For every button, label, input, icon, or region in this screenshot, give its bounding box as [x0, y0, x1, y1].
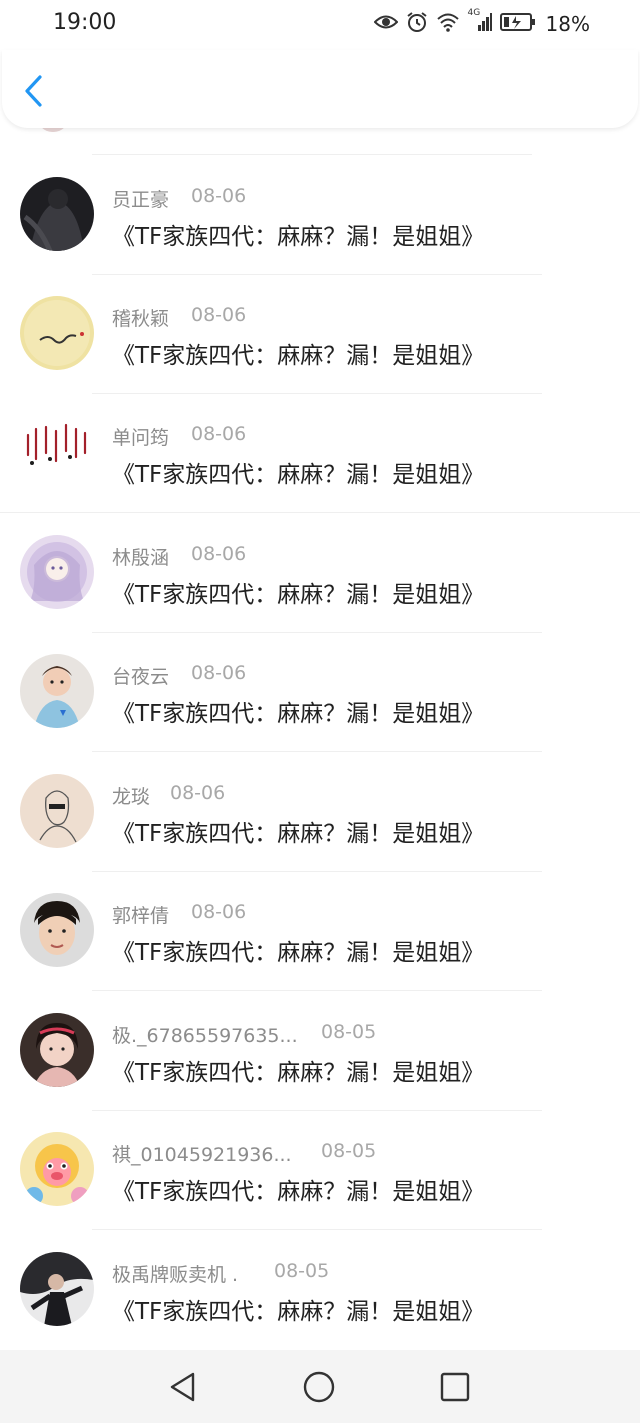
network-type-label: 4G [467, 8, 481, 18]
comment-text: 《TF家族四代：麻麻？漏！是姐姐》 [112, 343, 485, 369]
commenter-name[interactable]: 单问筠 [112, 423, 169, 450]
comment-row[interactable]: 林殷涵 08-06 《TF家族四代：麻麻？漏！是姐姐》 [0, 514, 640, 633]
header-bar [2, 50, 638, 128]
comment-text: 《TF家族四代：麻麻？漏！是姐姐》 [112, 582, 485, 608]
chevron-left-icon[interactable] [20, 74, 50, 108]
sketch-avatar[interactable] [20, 774, 94, 848]
comment-row[interactable]: 员正豪 08-06 《TF家族四代：麻麻？漏！是姐姐》 [0, 156, 640, 275]
comment-row[interactable]: 极._67865597635... 08-05 《TF家族四代：麻麻？漏！是姐姐… [0, 992, 640, 1111]
battery-percent: 18% [545, 12, 590, 36]
comment-date: 08-06 [191, 185, 247, 207]
comment-date: 08-06 [191, 662, 247, 684]
comment-row[interactable]: 台夜云 08-06 《TF家族四代：麻麻？漏！是姐姐》 [0, 633, 640, 752]
signal-icon: 4G [468, 8, 492, 36]
comment-row[interactable]: 极禹牌贩卖机 . 08-05 《TF家族四代：麻麻？漏！是姐姐》 [0, 1231, 640, 1350]
comment-row[interactable]: 郭梓倩 08-06 《TF家族四代：麻麻？漏！是姐姐》 [0, 872, 640, 991]
status-bar: 19:00 4G 18% [0, 0, 640, 50]
partial-avatar [38, 128, 68, 132]
commenter-name[interactable]: 极._67865597635... [112, 1021, 298, 1048]
triangle-back-icon[interactable] [166, 1370, 200, 1404]
status-time: 19:00 [53, 10, 117, 35]
yellow-handwriting-avatar[interactable] [20, 296, 94, 370]
commenter-name[interactable]: 龙琰 [112, 782, 150, 809]
anime-girl-avatar[interactable] [20, 535, 94, 609]
comment-row[interactable]: 稽秋颖 08-06 《TF家族四代：麻麻？漏！是姐姐》 [0, 275, 640, 394]
commenter-name[interactable]: 稽秋颖 [112, 304, 169, 331]
comment-row[interactable]: 龙琰 08-06 《TF家族四代：麻麻？漏！是姐姐》 [0, 753, 640, 872]
comment-date: 08-06 [170, 782, 226, 804]
commenter-name[interactable]: 员正豪 [112, 185, 169, 212]
comment-date: 08-05 [321, 1140, 377, 1162]
alarm-icon [406, 11, 428, 37]
cartoon-toy-avatar[interactable] [20, 1132, 94, 1206]
comment-date: 08-06 [191, 423, 247, 445]
comment-row[interactable]: 单问筠 08-06 《TF家族四代：麻麻？漏！是姐姐》 [0, 394, 640, 513]
comment-text: 《TF家族四代：麻麻？漏！是姐姐》 [112, 940, 485, 966]
dark-figure-avatar[interactable] [20, 177, 94, 251]
comment-list[interactable]: 员正豪 08-06 《TF家族四代：麻麻？漏！是姐姐》 稽秋颖 08-06 《T… [0, 128, 640, 1350]
status-icons: 4G 18% [373, 8, 590, 37]
comment-date: 08-06 [191, 304, 247, 326]
eye-icon [373, 13, 398, 35]
divider [92, 154, 532, 155]
divider [92, 751, 542, 752]
commenter-name[interactable]: 台夜云 [112, 662, 169, 689]
divider [92, 990, 542, 991]
man-portrait-avatar[interactable] [20, 893, 94, 967]
commenter-name[interactable]: 郭梓倩 [112, 901, 169, 928]
system-nav-bar [0, 1350, 640, 1423]
comment-date: 08-06 [191, 901, 247, 923]
battery-icon [499, 12, 536, 36]
comment-text: 《TF家族四代：麻麻？漏！是姐姐》 [112, 1299, 485, 1325]
comment-text: 《TF家族四代：麻麻？漏！是姐姐》 [112, 462, 485, 488]
calligraphy-avatar[interactable] [20, 415, 94, 489]
wifi-icon [436, 12, 460, 36]
comment-text: 《TF家族四代：麻麻？漏！是姐姐》 [112, 224, 485, 250]
comment-row[interactable]: 祺_01045921936... 08-05 《TF家族四代：麻麻？漏！是姐姐》 [0, 1111, 640, 1230]
square-recents-icon[interactable] [438, 1370, 472, 1404]
comment-text: 《TF家族四代：麻麻？漏！是姐姐》 [112, 821, 485, 847]
comment-text: 《TF家族四代：麻麻？漏！是姐姐》 [112, 1060, 485, 1086]
commenter-name[interactable]: 林殷涵 [112, 543, 169, 570]
girl-portrait-avatar[interactable] [20, 1013, 94, 1087]
comment-text: 《TF家族四代：麻麻？漏！是姐姐》 [112, 701, 485, 727]
comment-date: 08-06 [191, 543, 247, 565]
divider [92, 1229, 542, 1230]
comment-date: 08-05 [274, 1260, 330, 1282]
commenter-name[interactable]: 极禹牌贩卖机 . [112, 1260, 238, 1287]
dancer-avatar[interactable] [20, 1252, 94, 1326]
comment-text: 《TF家族四代：麻麻？漏！是姐姐》 [112, 1179, 485, 1205]
commenter-name[interactable]: 祺_01045921936... [112, 1140, 292, 1167]
comment-date: 08-05 [321, 1021, 377, 1043]
divider [0, 512, 640, 513]
circle-home-icon[interactable] [302, 1370, 336, 1404]
child-photo-avatar[interactable] [20, 654, 94, 728]
